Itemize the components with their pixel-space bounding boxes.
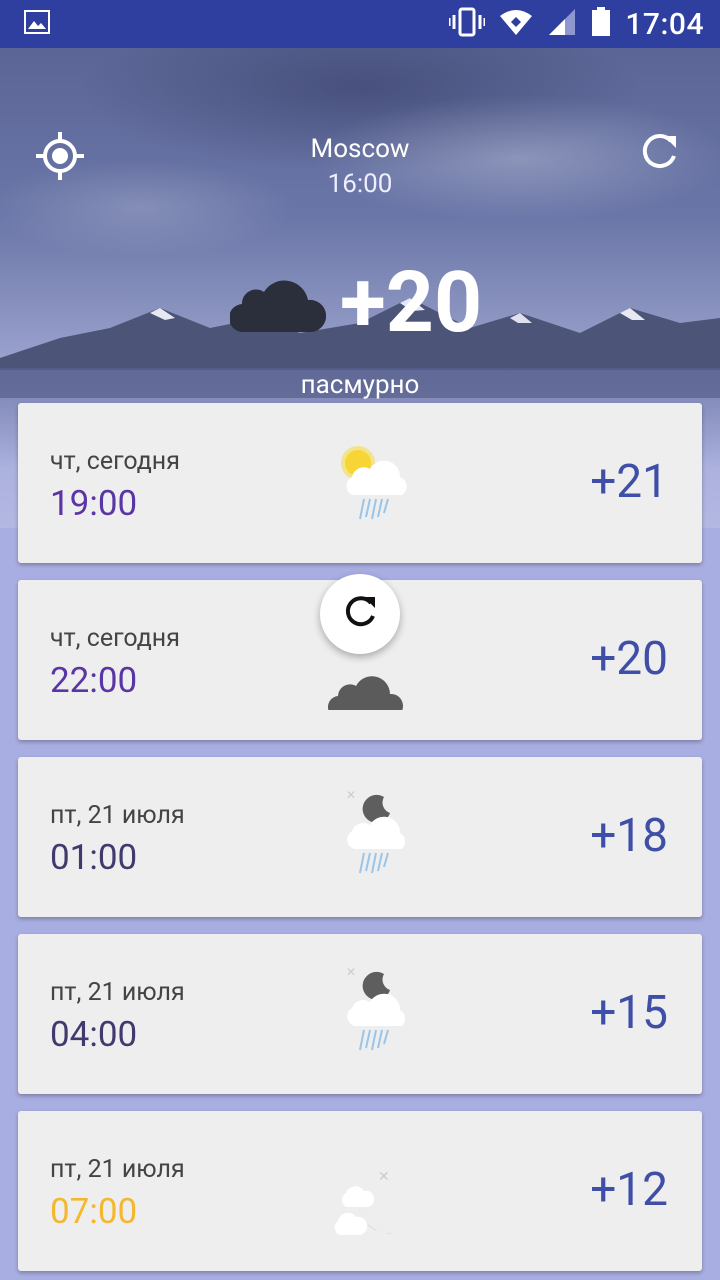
forecast-time: 07:00 bbox=[50, 1191, 138, 1232]
forecast-time: 04:00 bbox=[50, 1014, 138, 1055]
refresh-icon bbox=[338, 590, 382, 638]
refresh-icon[interactable] bbox=[640, 132, 680, 172]
forecast-time: 01:00 bbox=[50, 837, 138, 878]
wifi-icon bbox=[499, 8, 533, 40]
forecast-date: пт, 21 июля bbox=[50, 1155, 185, 1184]
image-icon bbox=[24, 10, 50, 38]
signal-icon bbox=[547, 8, 577, 40]
status-time: 17:04 bbox=[625, 6, 704, 42]
forecast-time: 19:00 bbox=[50, 483, 138, 524]
vibrate-icon bbox=[447, 7, 487, 41]
forecast-card[interactable]: чт, сегодня 19:00 +21 bbox=[18, 403, 702, 563]
city-name: Moscow bbox=[310, 134, 410, 164]
svg-text:✕: ✕ bbox=[346, 788, 356, 802]
forecast-card[interactable]: пт, 21 июля 04:00 ✕ +15 bbox=[18, 934, 702, 1094]
forecast-date: чт, сегодня bbox=[50, 624, 180, 653]
forecast-temperature: +21 bbox=[590, 455, 668, 509]
forecast-temperature: +20 bbox=[590, 632, 668, 686]
cloud-icon bbox=[228, 270, 327, 336]
forecast-time: 22:00 bbox=[50, 660, 138, 701]
forecast-date: пт, 21 июля bbox=[50, 978, 185, 1007]
forecast-date: чт, сегодня bbox=[50, 447, 180, 476]
observation-time: 16:00 bbox=[327, 169, 393, 199]
current-weather: +20 bbox=[228, 253, 510, 352]
forecast-temperature: +18 bbox=[590, 809, 668, 863]
forecast-temperature: +15 bbox=[590, 986, 668, 1040]
svg-text:✕: ✕ bbox=[378, 1169, 390, 1185]
status-bar: 17:04 bbox=[0, 0, 720, 48]
battery-icon bbox=[591, 7, 611, 41]
svg-text:✕: ✕ bbox=[346, 965, 356, 979]
moon-cloud-rain-icon: ✕ bbox=[318, 787, 408, 887]
current-condition: пасмурно bbox=[300, 370, 420, 400]
sun-cloud-rain-icon bbox=[318, 433, 408, 533]
forecast-temperature: +12 bbox=[590, 1163, 668, 1217]
forecast-date: пт, 21 июля bbox=[50, 801, 185, 830]
moon-cloud-icon: ✕ bbox=[318, 1141, 408, 1241]
forecast-card[interactable]: пт, 21 июля 07:00 ✕ +12 bbox=[18, 1111, 702, 1271]
forecast-card[interactable]: пт, 21 июля 01:00 ✕ +18 bbox=[18, 757, 702, 917]
refresh-button[interactable] bbox=[320, 574, 400, 654]
moon-cloud-rain-icon: ✕ bbox=[318, 964, 408, 1064]
current-temperature: +20 bbox=[340, 253, 483, 352]
